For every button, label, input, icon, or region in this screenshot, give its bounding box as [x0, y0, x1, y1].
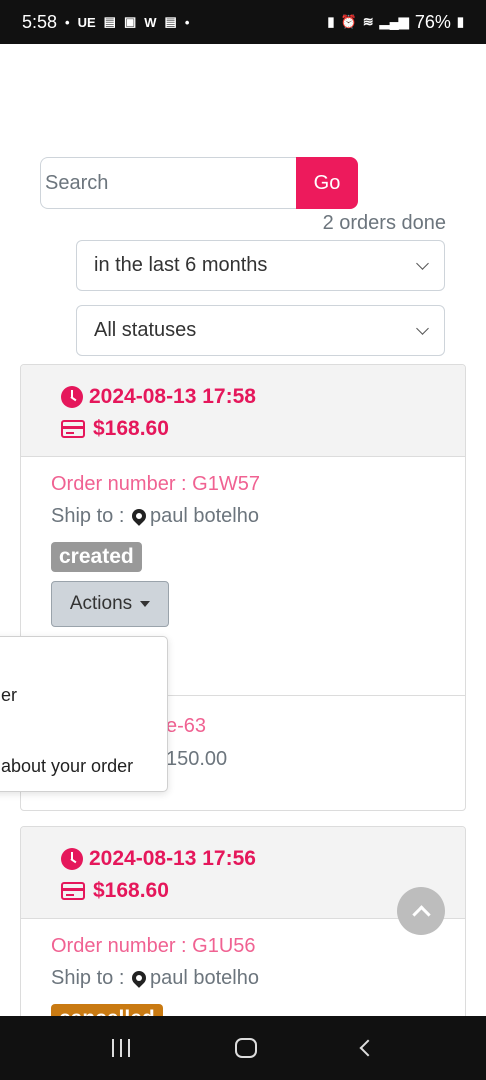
chevron-down-icon — [416, 321, 429, 335]
order-datetime: 2024-08-13 17:56 — [89, 847, 256, 870]
sub-item-label[interactable]: e-63 — [166, 715, 206, 738]
caret-down-icon — [140, 601, 151, 607]
credit-card-icon — [61, 420, 85, 438]
order-card-header: 2024-08-13 17:58 $168.60 — [21, 365, 465, 457]
period-select-value: in the last 6 months — [94, 254, 268, 276]
actions-dropdown-button[interactable]: Actions — [51, 581, 169, 627]
scroll-to-top-button[interactable] — [397, 887, 445, 935]
dropdown-item[interactable]: er — [1, 685, 17, 706]
notification-icon: ▣ — [123, 14, 137, 29]
search-input[interactable] — [40, 157, 296, 209]
clock-time: 5:58 — [22, 11, 58, 32]
clock-icon — [61, 386, 83, 408]
clock-icon — [61, 848, 83, 870]
go-button[interactable]: Go — [296, 157, 358, 209]
order-total-row: $168.60 — [61, 413, 465, 445]
notification-icon: ▤ — [103, 14, 116, 29]
notification-icon: ▤ — [164, 14, 177, 29]
order-number[interactable]: Order number : G1U56 — [51, 935, 256, 958]
notification-icon: W — [144, 14, 157, 30]
back-button[interactable] — [359, 1039, 377, 1057]
recents-button[interactable] — [112, 1039, 131, 1057]
actions-dropdown-menu: er about your order — [0, 636, 168, 792]
status-select-value: All statuses — [94, 319, 197, 341]
ship-to-label: Ship to : — [51, 505, 125, 527]
status-select[interactable]: All statuses — [76, 305, 445, 356]
ship-to-row: Ship to : paul botelho — [51, 967, 259, 990]
ship-to-name: paul botelho — [149, 967, 259, 989]
period-select[interactable]: in the last 6 months — [76, 240, 445, 291]
page-content: Go 2 orders done in the last 6 months Al… — [0, 44, 486, 1016]
map-pin-icon — [129, 506, 149, 526]
order-datetime-row: 2024-08-13 17:58 — [61, 381, 465, 413]
order-total: $168.60 — [93, 417, 169, 440]
alarm-icon: ⏰ — [340, 14, 357, 29]
notification-dot-icon: • — [184, 14, 190, 30]
chevron-up-icon — [411, 904, 431, 924]
ship-to-label: Ship to : — [51, 967, 125, 989]
status-bar: 5:58 • UE ▤ ▣ W ▤ • ▮ ⏰ ≋ ▂▄▆ 76% ▮ — [0, 0, 486, 44]
status-badge: created — [51, 542, 142, 572]
sub-item-price: 150.00 — [166, 748, 228, 770]
search-bar: Go — [40, 157, 358, 209]
order-number[interactable]: Order number : G1W57 — [51, 473, 260, 496]
credit-card-icon — [61, 882, 85, 900]
status-badge: cancelled — [51, 1004, 163, 1016]
signal-icon: ▂▄▆ — [379, 14, 409, 29]
chevron-down-icon — [416, 256, 429, 270]
order-total: $168.60 — [93, 879, 169, 902]
home-button[interactable] — [234, 1038, 257, 1058]
system-nav-bar — [0, 1016, 486, 1080]
battery-percent: 76% — [414, 11, 451, 32]
map-pin-icon — [129, 968, 149, 988]
notification-icon: • — [65, 14, 70, 30]
ship-to-name: paul botelho — [149, 505, 259, 527]
orders-done-count: 2 orders done — [322, 212, 446, 234]
battery-icon: ▮ — [456, 14, 464, 29]
order-datetime: 2024-08-13 17:58 — [89, 385, 256, 408]
notification-icon: UE — [77, 14, 96, 30]
battery-saver-icon: ▮ — [327, 14, 335, 29]
ship-to-row: Ship to : paul botelho — [51, 505, 259, 528]
wifi-icon: ≋ — [362, 14, 374, 29]
dropdown-item[interactable]: about your order — [1, 756, 133, 777]
order-datetime-row: 2024-08-13 17:56 — [61, 843, 465, 875]
actions-label: Actions — [69, 593, 133, 614]
